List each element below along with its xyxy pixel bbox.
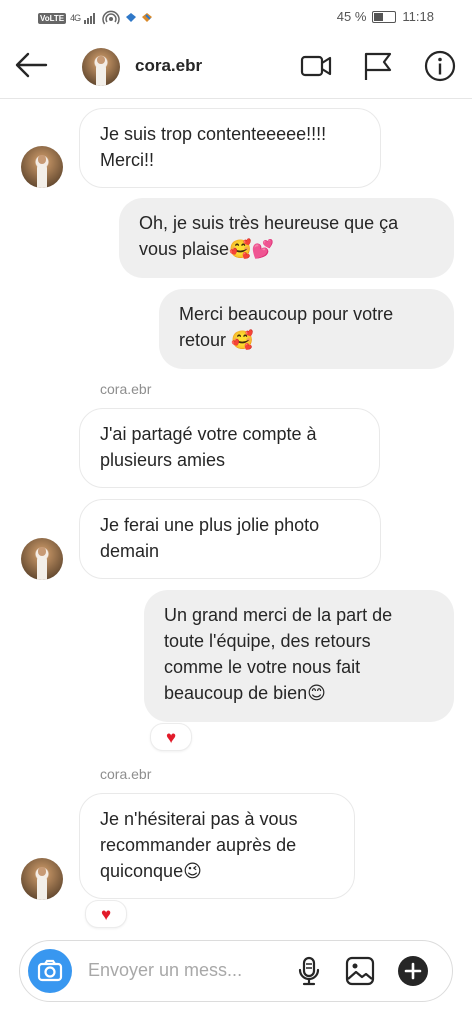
heart-icon: ♥ (100, 904, 112, 924)
add-icon[interactable] (397, 955, 429, 987)
message-line: Un grand merci de la part de (164, 605, 393, 625)
camera-icon (37, 959, 63, 982)
received-message[interactable]: Je ferai une plus jolie photo demain (79, 499, 381, 579)
sender-name: cora.ebr (100, 766, 152, 782)
sender-name: cora.ebr (100, 381, 152, 397)
chat-header: cora.ebr (0, 34, 472, 99)
message-line: Merci beaucoup pour votre (179, 304, 394, 324)
message-line: Merci!! (100, 150, 154, 170)
received-message[interactable]: Je suis trop contenteeeee!!!! Merci!! (79, 108, 381, 188)
message-line: comme le votre nous fait (164, 657, 361, 677)
battery-level (374, 12, 384, 21)
hotspot-icon (102, 10, 120, 25)
signal-type: 4G (70, 13, 81, 23)
signal-icon (84, 13, 96, 24)
info-icon[interactable] (424, 50, 456, 82)
chat-username[interactable]: cora.ebr (135, 56, 202, 76)
message-emoji: 😉 (183, 861, 202, 882)
message-line: beaucoup de bien (164, 683, 308, 703)
message-line: Je n'hésiterai pas à vous (100, 809, 298, 829)
message-composer: Envoyer un mess... (19, 940, 453, 1002)
app-notification-icon (126, 13, 153, 22)
message-line: demain (100, 541, 160, 561)
received-message[interactable]: Je n'hésiterai pas à vous recommander au… (79, 793, 355, 899)
message-line: Je suis trop contenteeeee!!!! (100, 124, 327, 144)
gallery-icon[interactable] (344, 955, 376, 987)
sent-message[interactable]: Merci beaucoup pour votre retour 🥰 (159, 289, 454, 369)
camera-button[interactable] (28, 949, 72, 993)
avatar[interactable] (21, 858, 63, 900)
message-emoji: 🥰 (231, 330, 254, 351)
avatar[interactable] (21, 538, 63, 580)
message-line: retour (179, 330, 232, 350)
avatar[interactable] (82, 48, 120, 86)
message-line: toute l'équipe, des retours (164, 631, 371, 651)
message-line: vous plaise (139, 239, 230, 259)
heart-reaction[interactable]: ♥ (85, 900, 127, 928)
received-message[interactable]: J'ai partagé votre compte à plusieurs am… (79, 408, 380, 488)
status-left: VoLTE 4G (38, 10, 158, 26)
sent-message[interactable]: Un grand merci de la part de toute l'équ… (144, 590, 454, 722)
battery-icon (372, 10, 397, 23)
message-line: plusieurs amies (100, 450, 226, 470)
message-line: Je ferai une plus jolie photo (100, 515, 320, 535)
status-bar: VoLTE 4G 45 % 11:18 (0, 0, 472, 34)
status-right: 45 % 11:18 (337, 9, 434, 24)
heart-icon: ♥ (165, 727, 177, 747)
back-arrow-icon[interactable] (14, 50, 48, 80)
message-line: J'ai partagé votre compte à (100, 424, 317, 444)
message-emoji: 🥰💕 (229, 239, 274, 260)
message-line: Oh, je suis très heureuse que ça (139, 213, 399, 233)
flag-icon[interactable] (362, 50, 394, 82)
message-line: quiconque (100, 861, 184, 881)
sent-message[interactable]: Oh, je suis très heureuse que ça vous pl… (119, 198, 454, 278)
volte-indicator: VoLTE (38, 12, 67, 24)
message-input[interactable]: Envoyer un mess... (88, 960, 242, 981)
heart-reaction[interactable]: ♥ (150, 723, 192, 751)
battery-percent: 45 % (336, 9, 367, 24)
message-emoji: 😊 (307, 683, 326, 704)
message-line: recommander auprès de (100, 835, 297, 855)
video-call-icon[interactable] (300, 50, 332, 82)
avatar[interactable] (21, 146, 63, 188)
clock: 11:18 (402, 9, 434, 24)
microphone-icon[interactable] (293, 955, 325, 987)
